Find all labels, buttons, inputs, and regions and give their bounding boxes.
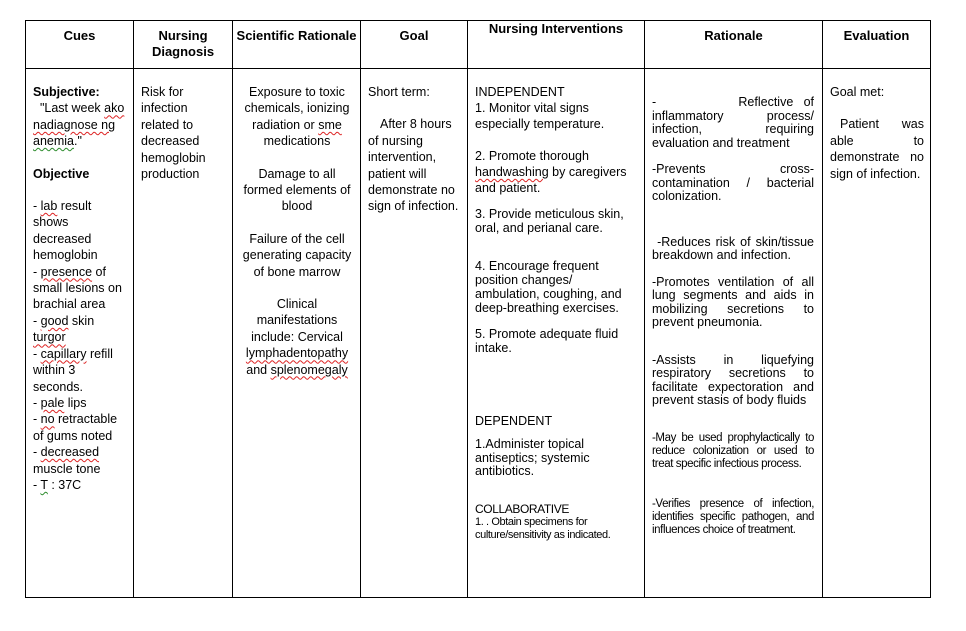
header-row: Cues Nursing Diagnosis Scientific Ration…	[25, 20, 931, 69]
sci-rationale-p4: Clinical manifestations include: Cervica…	[245, 297, 349, 377]
objective-item: - good skin turgor	[33, 313, 95, 345]
subjective-quote: "Last week ako nadiagnose ng anemia."	[33, 101, 125, 149]
goal-label: Short term:	[368, 85, 430, 99]
objective-item: - decreased muscle tone	[33, 445, 101, 476]
objective-item: - capillary refill within 3 seconds.	[33, 346, 113, 394]
rationale-item: -Prevents cross-contamination / bacteria…	[652, 162, 814, 203]
intervention-item: 4. Encourage frequent position changes/ …	[475, 259, 622, 315]
nursing-care-plan-table: Cues Nursing Diagnosis Scientific Ration…	[25, 20, 931, 598]
intervention-item: 3. Provide meticulous skin, oral, and pe…	[475, 207, 624, 235]
scientific-rationale-cell: Exposure to toxic chemicals, ionizing ra…	[232, 68, 361, 598]
rationale-cell: - Reflective of inflammatory process/ in…	[644, 68, 823, 598]
header-scientific-rationale: Scientific Rationale	[232, 20, 361, 69]
goal-text: After 8 hours of nursing intervention, p…	[368, 117, 459, 214]
intervention-item: 1.Administer topical antiseptics; system…	[475, 437, 590, 478]
rationale-item: -Promotes ventilation of all lung segmen…	[652, 274, 814, 329]
evaluation-text: Patient was able to demonstrate no sign …	[830, 117, 924, 181]
evaluation-label: Goal met:	[830, 85, 885, 99]
intervention-item: 1. Monitor vital signs especially temper…	[475, 101, 605, 131]
intervention-item: 5. Promote adequate fluid intake.	[475, 327, 619, 355]
collaborative-label: COLLABORATIVE	[475, 501, 569, 516]
content-row: Subjective: "Last week ako nadiagnose ng…	[25, 68, 931, 598]
header-evaluation: Evaluation	[822, 20, 931, 69]
header-goal: Goal	[360, 20, 468, 69]
sci-rationale-p1: Exposure to toxic chemicals, ionizing ra…	[244, 85, 350, 149]
rationale-item: -Reduces risk of skin/tissue breakdown a…	[652, 234, 818, 262]
objective-item: - no retractable of gums noted	[33, 412, 118, 443]
header-cues: Cues	[25, 20, 134, 69]
header-rationale: Rationale	[644, 20, 823, 69]
goal-cell: Short term: After 8 hours of nursing int…	[360, 68, 468, 598]
diagnosis-text: Risk for infection related to decreased …	[141, 85, 206, 182]
independent-label: INDEPENDENT	[475, 85, 565, 99]
interventions-cell: INDEPENDENT 1. Monitor vital signs espec…	[467, 68, 645, 598]
objective-list: - lab result shows decreased hemoglobin …	[33, 198, 127, 493]
rationale-item: - Reflective of inflammatory process/ in…	[652, 95, 818, 150]
sci-rationale-p3: Failure of the cell generating capacity …	[242, 231, 352, 279]
rationale-item: -May be used prophylactically to reduce …	[652, 431, 814, 470]
diagnosis-cell: Risk for infection related to decreased …	[133, 68, 233, 598]
cues-cell: Subjective: "Last week ako nadiagnose ng…	[25, 68, 134, 598]
objective-item: - T : 37C	[33, 477, 82, 492]
objective-item: - lab result shows decreased hemoglobin	[33, 199, 98, 263]
header-nursing-interventions: Nursing Interventions	[467, 20, 645, 69]
header-nursing-diagnosis: Nursing Diagnosis	[133, 20, 233, 69]
evaluation-cell: Goal met: Patient was able to demonstrat…	[822, 68, 931, 598]
intervention-item: 2. Promote thorough handwashing by careg…	[475, 149, 627, 195]
subjective-label: Subjective:	[33, 85, 100, 99]
objective-item: - presence of small lesions on brachial …	[33, 264, 122, 312]
objective-item: - pale lips	[33, 395, 87, 410]
sci-rationale-p2: Damage to all formed elements of blood	[243, 166, 351, 214]
intervention-item: 1. . Obtain specimens for culture/sensit…	[475, 515, 611, 541]
rationale-item: -Verifies presence of infection, identif…	[652, 497, 814, 536]
dependent-label: DEPENDENT	[475, 414, 553, 428]
rationale-item: -Assists in liquefying respiratory secre…	[652, 352, 814, 407]
objective-label: Objective	[33, 166, 90, 181]
